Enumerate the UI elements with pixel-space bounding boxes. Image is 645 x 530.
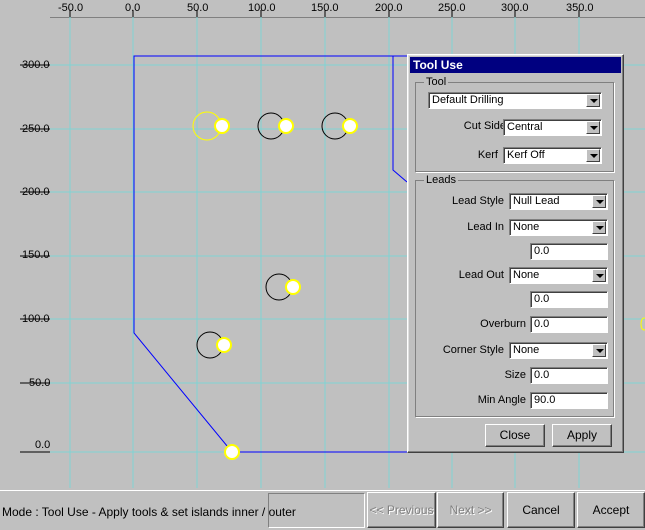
- status-bar: Mode : Tool Use - Apply tools & set isla…: [0, 490, 645, 530]
- tool-select-value: Default Drilling: [432, 94, 504, 106]
- chevron-down-icon[interactable]: [592, 221, 606, 234]
- mode-status-text: Mode : Tool Use - Apply tools & set isla…: [2, 505, 296, 519]
- lead-out-amount-field[interactable]: 0.0: [530, 291, 608, 308]
- status-field: [268, 493, 365, 528]
- tool-use-dialog: Tool Use Tool Default Drilling Cut Side …: [407, 54, 624, 453]
- overburn-label: Overburn: [480, 318, 526, 330]
- tool-select[interactable]: Default Drilling: [428, 92, 602, 109]
- dialog-title: Tool Use: [410, 57, 621, 73]
- chevron-down-icon[interactable]: [592, 195, 606, 208]
- drill-hole-marker[interactable]: [214, 118, 230, 134]
- chevron-down-icon[interactable]: [586, 121, 600, 134]
- lead-in-select[interactable]: None: [509, 219, 608, 236]
- lead-style-select[interactable]: Null Lead: [509, 193, 608, 210]
- lead-style-label: Lead Style: [452, 195, 504, 207]
- chevron-down-icon[interactable]: [592, 269, 606, 282]
- drill-hole-marker[interactable]: [342, 118, 358, 134]
- next-button[interactable]: Next >>: [437, 492, 504, 528]
- lead-out-value: None: [513, 269, 540, 281]
- lead-in-value: None: [513, 221, 540, 233]
- part-profile-edge[interactable]: [392, 56, 408, 183]
- close-button[interactable]: Close: [485, 424, 545, 447]
- lead-in-amount-field[interactable]: 0.0: [530, 243, 608, 260]
- size-label: Size: [504, 369, 526, 381]
- tool-group: Tool Default Drilling Cut Side Central K…: [415, 76, 614, 172]
- size-field[interactable]: 0.0: [530, 367, 608, 384]
- min-angle-field[interactable]: 90.0: [530, 392, 608, 409]
- lead-out-label: Lead Out: [458, 269, 504, 281]
- start-point-marker[interactable]: [224, 444, 240, 460]
- corner-style-select[interactable]: None: [509, 342, 608, 359]
- min-angle-label: Min Angle: [477, 394, 526, 406]
- leads-group: Leads Lead Style Null Lead Lead In None …: [415, 174, 614, 417]
- drill-hole-marker[interactable]: [285, 279, 301, 295]
- apply-button[interactable]: Apply: [552, 424, 612, 447]
- edge-marker: [640, 317, 645, 331]
- chevron-down-icon[interactable]: [592, 344, 606, 357]
- accept-button[interactable]: Accept: [577, 492, 645, 528]
- cut-side-value: Central: [507, 121, 543, 133]
- cancel-button[interactable]: Cancel: [507, 492, 575, 528]
- overburn-field[interactable]: 0.0: [530, 316, 608, 333]
- cut-side-label: Cut Side: [463, 120, 506, 132]
- drill-hole-marker[interactable]: [278, 118, 294, 134]
- lead-in-label: Lead In: [467, 221, 504, 233]
- lead-style-value: Null Lead: [513, 195, 560, 207]
- kerf-value: Kerf Off: [507, 149, 545, 161]
- kerf-select[interactable]: Kerf Off: [503, 147, 602, 164]
- corner-style-label: Corner Style: [442, 344, 504, 356]
- chevron-down-icon[interactable]: [586, 94, 600, 107]
- lead-out-select[interactable]: None: [509, 267, 608, 284]
- chevron-down-icon[interactable]: [586, 149, 600, 162]
- kerf-label: Kerf: [477, 149, 498, 161]
- cut-side-select[interactable]: Central: [503, 119, 602, 136]
- leads-group-label: Leads: [424, 174, 458, 186]
- drill-hole-marker[interactable]: [216, 337, 232, 353]
- corner-style-value: None: [513, 344, 540, 356]
- tool-group-label: Tool: [424, 76, 449, 88]
- previous-button[interactable]: << Previous: [367, 492, 436, 528]
